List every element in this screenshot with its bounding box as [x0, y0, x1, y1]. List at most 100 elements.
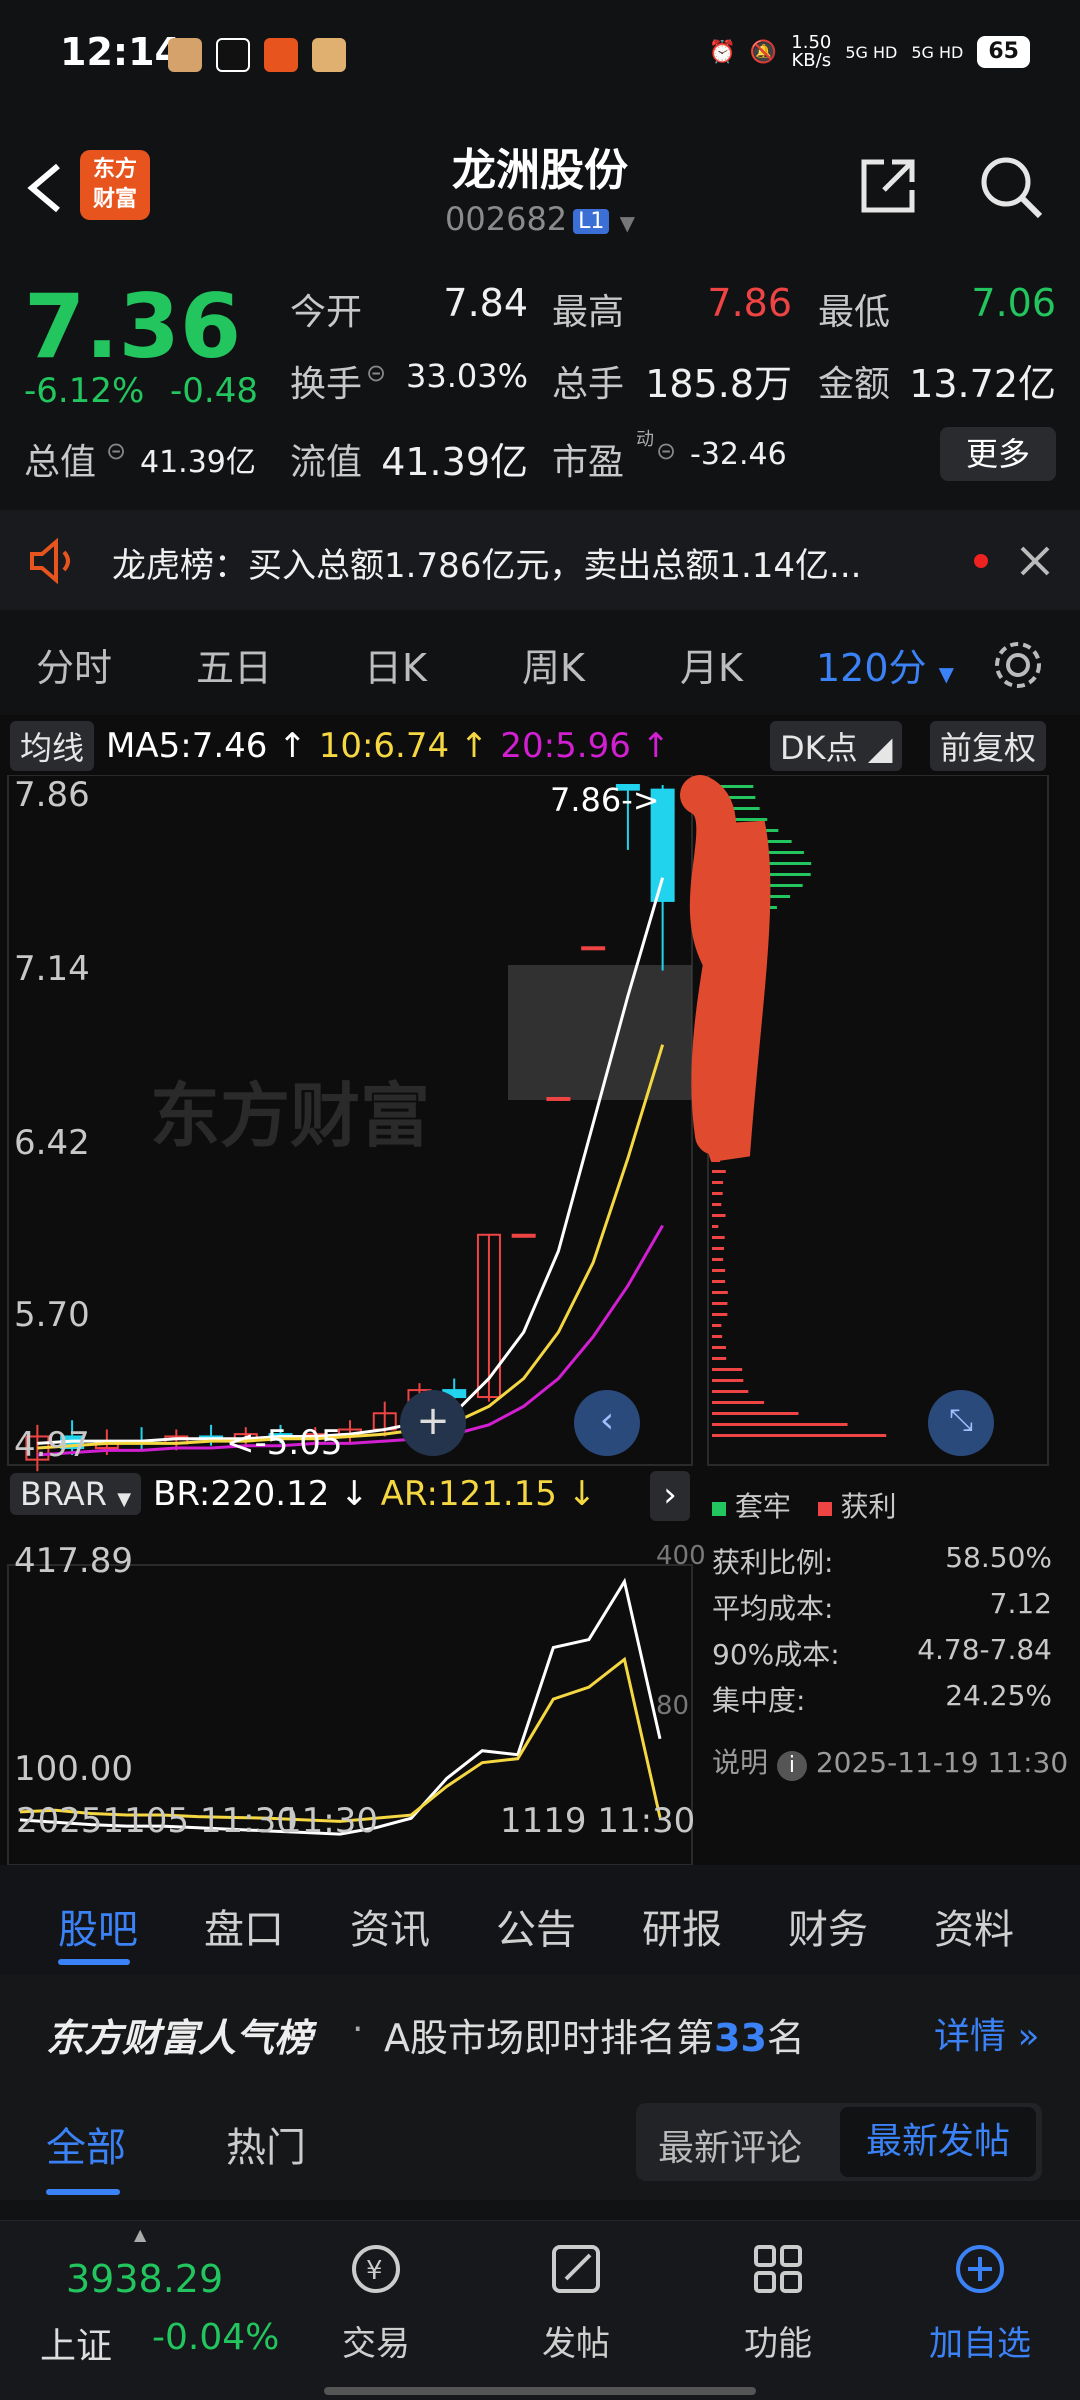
details-link[interactable]: 详情 »	[934, 2007, 1039, 2059]
tab-120min[interactable]: 120分 ▼	[816, 637, 954, 692]
pe-value: -32.46	[690, 437, 794, 472]
chip-bar	[712, 1412, 798, 1415]
quote-panel: 7.36 -6.12% -0.48 今开 7.84 最高 7.86 最低 7.0…	[0, 255, 1080, 505]
rank-text: A股市场即时排名第33名	[384, 2007, 805, 2062]
high-label: 最高	[552, 283, 624, 335]
chip-bar	[712, 1269, 725, 1272]
status-time: 12:14	[60, 30, 181, 74]
float-label: 流值	[290, 433, 362, 485]
chip-bar	[712, 1346, 726, 1349]
info-icon[interactable]: ⊝	[656, 437, 676, 465]
change-value: -0.48	[170, 371, 258, 411]
bottom-navigation: ▲ 3938.29 上证 -0.04% ¥ 交易 发帖 功能 加自选	[0, 2220, 1080, 2400]
news-text: 龙虎榜：买入总额1.786亿元，卖出总额1.14亿...	[112, 538, 861, 587]
tab-daily[interactable]: 日K	[364, 637, 427, 692]
active-filter-indicator	[46, 2189, 120, 2195]
tab-profile[interactable]: 资料	[934, 1897, 1014, 1955]
rank-separator: ·	[352, 2009, 363, 2050]
float-value: 41.39亿	[380, 431, 528, 486]
chip-bar	[712, 1401, 764, 1404]
popularity-rank[interactable]: 东方财富人气榜 · A股市场即时排名第33名 详情 »	[0, 1975, 1080, 2085]
sort-latest-post[interactable]: 最新发帖	[840, 2107, 1036, 2177]
y-tick: 6.42	[14, 1123, 90, 1163]
sort-latest-comment[interactable]: 最新评论	[658, 2119, 802, 2171]
share-icon[interactable]	[856, 154, 920, 218]
battery-icon: 65	[977, 36, 1030, 68]
indicator-legend: BRAR ▼ BR:220.12 ↓ AR:121.15 ↓	[10, 1473, 596, 1515]
tab-announcements[interactable]: 公告	[496, 1897, 576, 1955]
nav-post[interactable]: 发帖	[516, 2241, 636, 2365]
chip-row: 平均成本: 7.12	[712, 1587, 1052, 1627]
volume-label: 总手	[552, 355, 624, 407]
tab-guba[interactable]: 股吧	[58, 1897, 138, 1955]
ma20-label: 20:5.96 ↑	[500, 726, 670, 766]
chip-bar	[712, 1434, 886, 1437]
settings-icon[interactable]	[990, 637, 1046, 693]
chip-bar	[712, 1192, 723, 1195]
app-notification-icon	[216, 38, 250, 72]
user-scribble	[700, 795, 750, 1155]
pe-dynamic-mark: 动	[636, 425, 654, 451]
chip-note[interactable]: 说明 i 2025-11-19 11:30	[712, 1741, 1068, 1781]
low-label: 最低	[818, 283, 890, 335]
tab-research[interactable]: 研报	[642, 1897, 722, 1955]
grid-icon	[750, 2241, 806, 2297]
chevron-up-icon[interactable]: ▲	[134, 2225, 146, 2244]
crosshair-button[interactable]: +	[400, 1390, 466, 1456]
ind-y-max: 417.89	[14, 1541, 133, 1581]
close-icon[interactable]	[1018, 544, 1052, 578]
info-icon[interactable]: ⊝	[366, 359, 386, 387]
filter-all[interactable]: 全部	[46, 2115, 126, 2173]
more-button[interactable]: 更多	[940, 427, 1056, 481]
date-mid: 11:30	[280, 1801, 378, 1841]
add-circle-icon	[952, 2241, 1008, 2297]
change-percent: -6.12%	[24, 371, 144, 411]
chip-bar	[712, 1335, 722, 1338]
open-value: 7.84	[400, 281, 528, 325]
tab-monthly[interactable]: 月K	[680, 637, 743, 692]
chip-bar	[712, 1225, 718, 1228]
nav-functions[interactable]: 功能	[718, 2241, 838, 2365]
search-icon[interactable]	[976, 152, 1046, 222]
br-label: BR:220.12 ↓	[153, 1474, 369, 1514]
tab-orderbook[interactable]: 盘口	[204, 1897, 284, 1955]
tab-five-day[interactable]: 五日	[196, 637, 272, 692]
tab-news[interactable]: 资讯	[350, 1897, 430, 1955]
dk-point-button[interactable]: DK点 ◢	[770, 721, 902, 771]
chip-row: 90%成本: 4.78-7.84	[712, 1633, 1052, 1673]
unread-dot	[974, 554, 988, 568]
low-value: 7.06	[900, 281, 1056, 325]
expand-icon[interactable]: ⤡	[928, 1390, 994, 1456]
ar-label: AR:121.15 ↓	[381, 1474, 597, 1514]
nav-add-watchlist[interactable]: 加自选	[920, 2241, 1040, 2365]
adjust-button[interactable]: 前复权	[930, 721, 1046, 771]
chevron-right-icon[interactable]: ›	[650, 1471, 690, 1521]
app-notification-icon	[264, 38, 298, 72]
index-value[interactable]: 3938.29	[66, 2257, 223, 2301]
edit-icon	[548, 2241, 604, 2297]
news-ticker[interactable]: 龙虎榜：买入总额1.786亿元，卖出总额1.14亿...	[0, 510, 1080, 610]
tab-intraday[interactable]: 分时	[36, 637, 112, 692]
chip-row: 获利比例: 58.50%	[712, 1541, 1052, 1581]
stock-header: 东方 财富 龙洲股份 002682 L1 ▼	[0, 110, 1080, 255]
nav-trade[interactable]: ¥ 交易	[316, 2241, 436, 2365]
info-icon[interactable]: ⊝	[106, 437, 126, 465]
br-line	[20, 1582, 660, 1835]
date-right: 1119 11:30	[500, 1801, 695, 1841]
tab-weekly[interactable]: 周K	[522, 637, 585, 692]
ma-selector[interactable]: 均线	[10, 721, 94, 771]
svg-text:¥: ¥	[366, 2256, 383, 2286]
alarm-icon: ⏰	[708, 40, 735, 65]
ma-legend: 均线 MA5:7.46 ↑ 10:6.74 ↑ 20:5.96 ↑	[10, 721, 670, 771]
chevron-down-icon: ▼	[620, 211, 635, 235]
filter-hot[interactable]: 热门	[226, 2115, 306, 2173]
period-tabs: 分时 五日 日K 周K 月K 120分 ▼	[0, 615, 1080, 715]
y-tick: 4.97	[14, 1425, 90, 1465]
chevron-left-icon[interactable]: ‹	[574, 1390, 640, 1456]
chip-bar	[712, 1357, 726, 1360]
mute-icon: 🔕	[750, 40, 777, 65]
stock-code: 002682	[445, 200, 567, 238]
indicator-selector[interactable]: BRAR ▼	[10, 1473, 141, 1515]
signal-icon: 5G HD	[845, 43, 897, 62]
tab-financials[interactable]: 财务	[788, 1897, 868, 1955]
